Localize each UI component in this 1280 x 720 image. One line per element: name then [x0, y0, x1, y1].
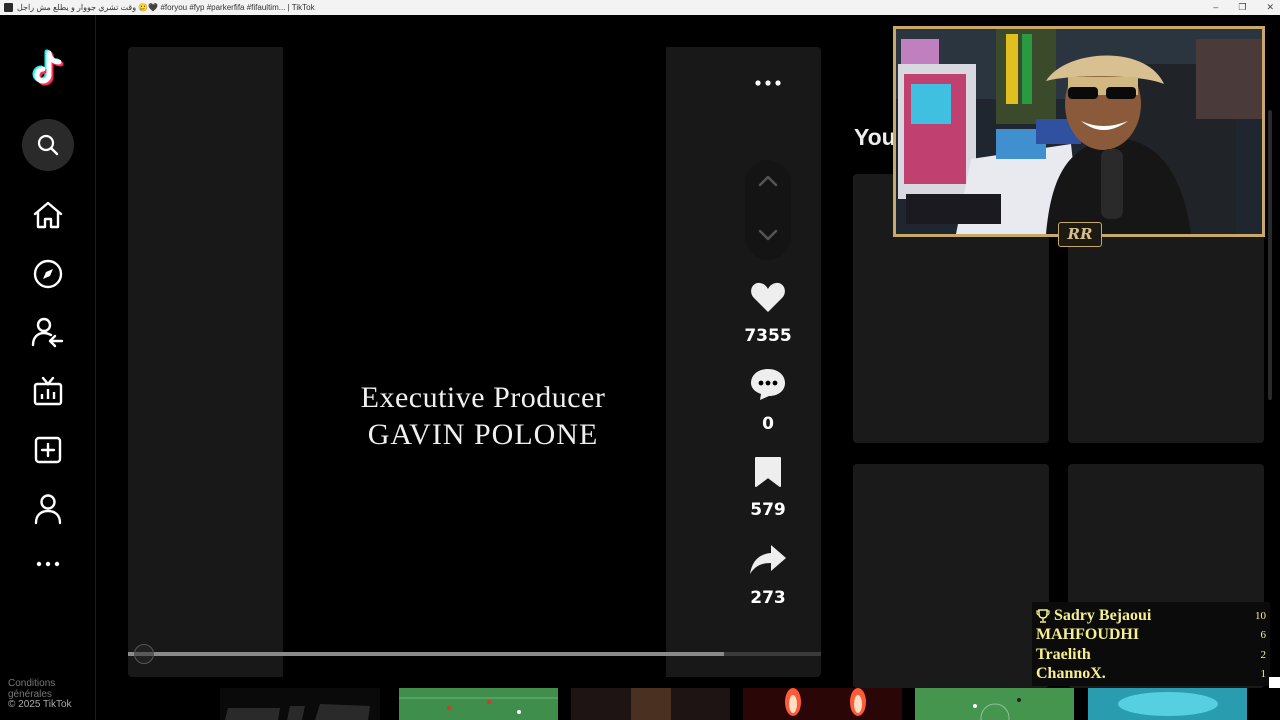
- leaderboard-name-cell: Sadry Bejaoui: [1036, 607, 1250, 625]
- streamer-logo-badge: RR: [1058, 222, 1102, 247]
- bottom-strip-logo-area: [220, 688, 380, 720]
- leaderboard-name: Traelith: [1036, 645, 1091, 663]
- home-icon: [33, 201, 63, 229]
- comment-button[interactable]: [750, 367, 786, 406]
- like-action: 7355: [738, 281, 798, 346]
- bottom-strip-thumbnail: [915, 688, 1074, 720]
- nav-live[interactable]: [22, 365, 74, 417]
- previous-video-button[interactable]: [758, 174, 778, 193]
- video-player[interactable]: Executive Producer GAVIN POLONE: [128, 47, 821, 677]
- user-icon: [34, 494, 62, 525]
- next-video-button[interactable]: [758, 228, 778, 247]
- share-arrow-icon: [750, 545, 786, 574]
- credit-role: Executive Producer: [360, 381, 606, 414]
- restore-button[interactable]: ❐: [1238, 0, 1246, 15]
- comment-action: 0: [738, 367, 798, 434]
- window-title: وقت تشري جووار و يطلع مش راجل 🥲🖤 #foryou…: [17, 3, 315, 12]
- bottom-strip-thumbnail: [571, 688, 730, 720]
- credit-name: GAVIN POLONE: [367, 418, 599, 451]
- football-pitch-image: [399, 688, 558, 720]
- save-count: 579: [750, 500, 786, 520]
- plus-square-icon: [34, 436, 62, 464]
- leaderboard-score: 1: [1260, 668, 1267, 681]
- bookmark-icon: [755, 457, 781, 487]
- tiktok-logo[interactable]: [29, 49, 67, 89]
- tiktok-logo-icon: [32, 49, 64, 86]
- chevron-down-icon: [758, 229, 778, 241]
- webcam-scene-image: [896, 29, 1262, 234]
- leaderboard-row: ChannoX. 1: [1036, 665, 1266, 685]
- share-action: 273: [738, 543, 798, 608]
- like-count: 7355: [744, 326, 792, 346]
- leaderboard-row: Sadry Bejaoui 10: [1036, 606, 1266, 626]
- corner-marker: [1269, 677, 1280, 688]
- leaderboard-overlay: Sadry Bejaoui 10 MAHFOUDHI 6 Traelith 2 …: [1032, 602, 1270, 686]
- video-more-options-button[interactable]: [752, 74, 784, 92]
- save-button[interactable]: [753, 455, 783, 492]
- bottom-strip-thumbnail: [743, 688, 902, 720]
- leaderboard-score: 10: [1255, 609, 1266, 622]
- video-frame: [283, 47, 666, 677]
- right-panel-scrollbar[interactable]: [1268, 110, 1272, 400]
- window-controls: – ❐ ✕: [1213, 0, 1274, 15]
- leaderboard-row: MAHFOUDHI 6: [1036, 626, 1266, 646]
- nav-upload[interactable]: [22, 424, 74, 476]
- copyright-text: © 2025 TikTok: [8, 699, 72, 710]
- share-count: 273: [750, 588, 786, 608]
- nav-profile[interactable]: [22, 483, 74, 535]
- chevron-up-icon: [758, 175, 778, 187]
- bottom-strip-graphic: [225, 704, 370, 720]
- leaderboard-name: Sadry Bejaoui: [1054, 606, 1152, 624]
- more-dots-icon: [36, 561, 60, 567]
- stream-thumbnail-image: [1088, 688, 1247, 720]
- window-title-bar: وقت تشري جووار و يطلع مش راجل 🥲🖤 #foryou…: [0, 0, 1280, 15]
- video-navigation: [745, 160, 791, 260]
- compass-icon: [33, 259, 63, 289]
- more-dots-icon: [755, 80, 781, 86]
- like-button[interactable]: [750, 281, 786, 318]
- left-sidebar: Conditions générales © 2025 TikTok: [0, 15, 96, 720]
- minimize-button[interactable]: –: [1213, 0, 1218, 15]
- leaderboard-score: 6: [1260, 629, 1267, 642]
- bottom-strip-thumbnail: [1088, 688, 1247, 720]
- video-progress-bar[interactable]: [128, 644, 821, 664]
- nav-home[interactable]: [22, 189, 74, 241]
- leaderboard-score: 2: [1260, 648, 1267, 661]
- comment-icon: [751, 369, 785, 400]
- search-icon: [37, 134, 59, 156]
- trophy-icon: [1036, 609, 1050, 623]
- pyrotechnics-image: [743, 688, 902, 720]
- nav-more[interactable]: [22, 538, 74, 590]
- nav-following[interactable]: [22, 306, 74, 358]
- streamer-webcam-overlay: [893, 26, 1265, 237]
- bottom-strip-thumbnail: [399, 688, 558, 720]
- video-progress-fill: [128, 652, 724, 656]
- right-panel-title: You: [854, 124, 896, 150]
- video-credit-text: Executive Producer GAVIN POLONE: [128, 379, 821, 453]
- nav-search[interactable]: [22, 119, 74, 171]
- video-progress-handle[interactable]: [134, 644, 154, 664]
- leaderboard-name: MAHFOUDHI: [1036, 626, 1140, 644]
- leaderboard-name: ChannoX.: [1036, 665, 1106, 683]
- comment-count: 0: [762, 414, 774, 434]
- leaderboard-row: Traelith 2: [1036, 645, 1266, 665]
- nav-explore[interactable]: [22, 248, 74, 300]
- footer-link-terms[interactable]: Conditions générales: [8, 678, 95, 700]
- save-action: 579: [738, 455, 798, 520]
- stream-thumbnail-image: [571, 688, 730, 720]
- user-follow-icon: [31, 317, 64, 348]
- live-tv-icon: [33, 376, 63, 406]
- close-button[interactable]: ✕: [1266, 0, 1274, 15]
- share-button[interactable]: [749, 543, 787, 580]
- heart-icon: [751, 282, 785, 312]
- suggested-video-thumbnail[interactable]: [853, 464, 1049, 688]
- app-icon: [4, 3, 13, 12]
- football-pitch-image: [915, 688, 1074, 720]
